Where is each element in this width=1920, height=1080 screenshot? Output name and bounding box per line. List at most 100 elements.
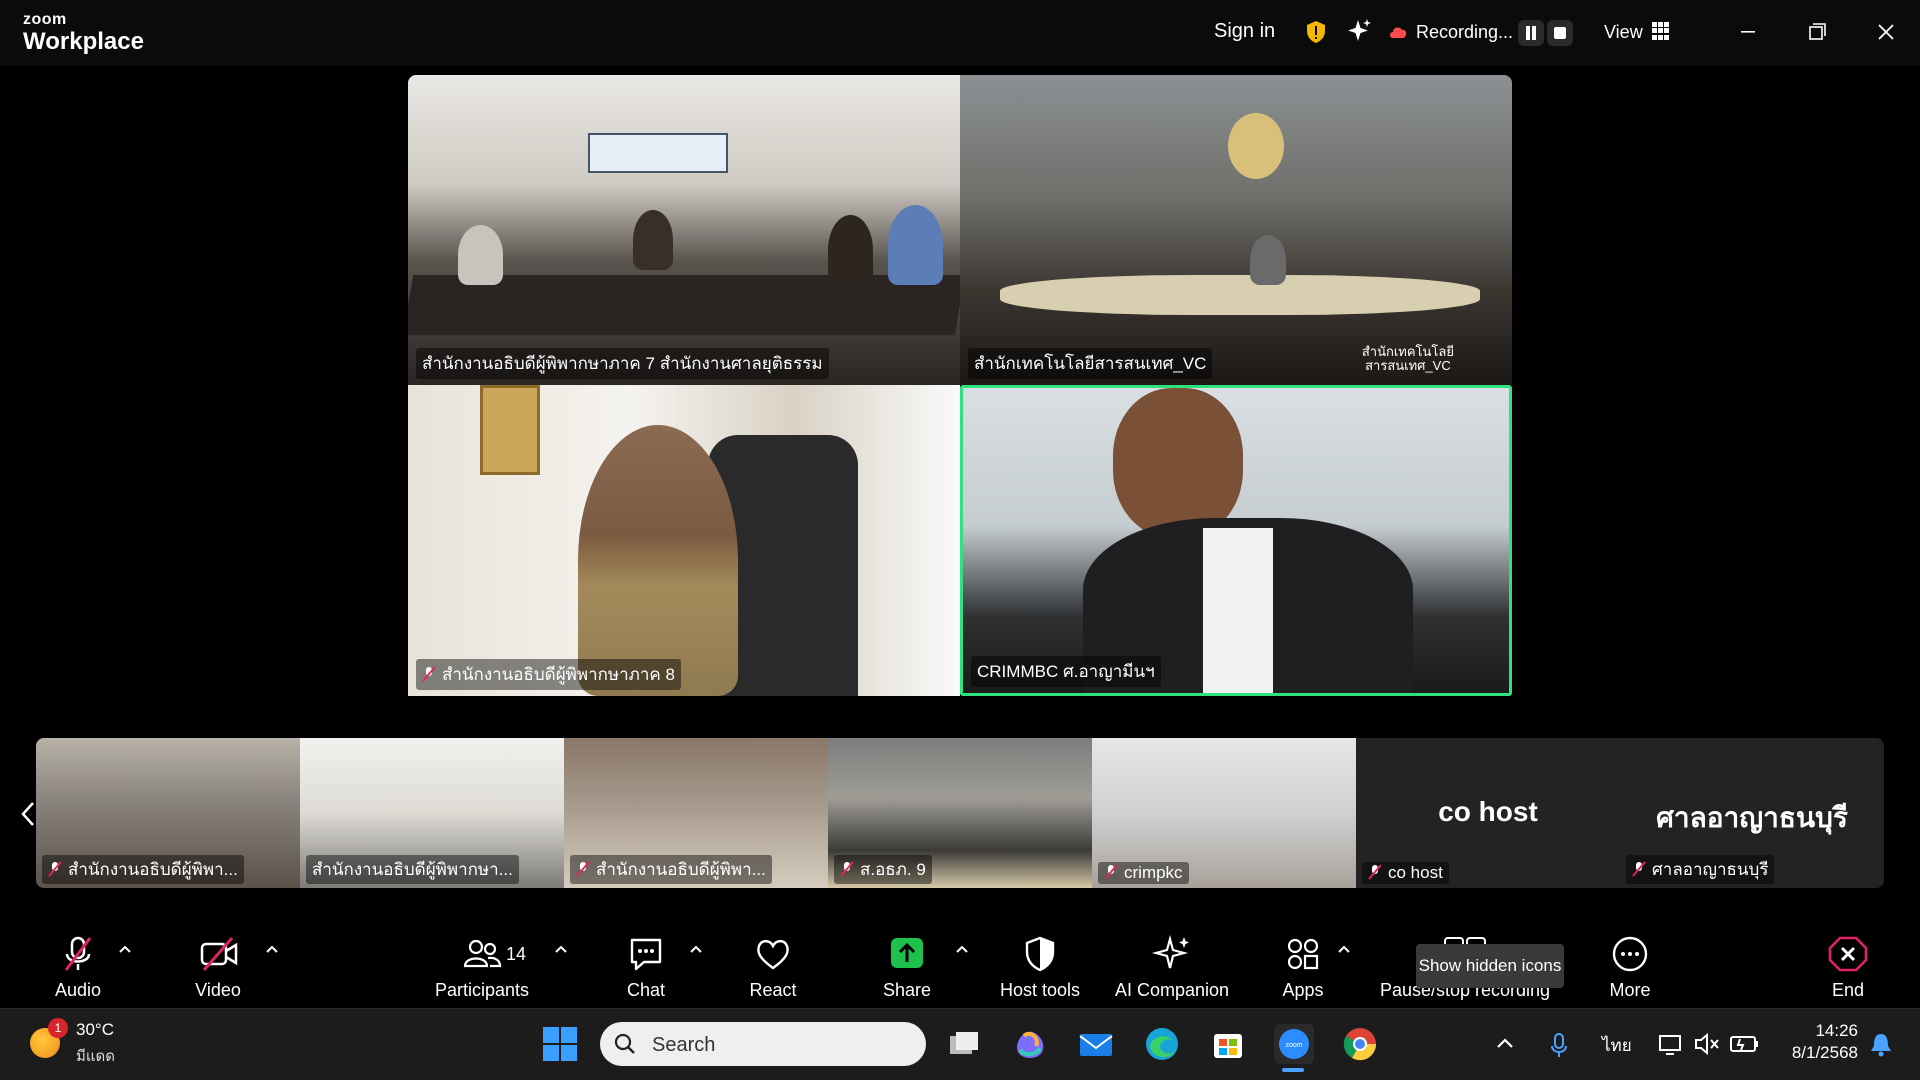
video-button[interactable]: Video [188, 934, 248, 1001]
video-tile[interactable]: สำนักงานอธิบดีผู้พิพากษาภาค 8 [408, 385, 960, 696]
stop-recording-button[interactable] [1547, 20, 1573, 46]
participant-figure [1113, 388, 1243, 538]
share-label: Share [882, 980, 932, 1000]
notification-bell-icon[interactable] [1866, 1024, 1896, 1064]
pause-recording-button[interactable] [1518, 20, 1544, 46]
participant-figure [578, 425, 738, 696]
video-gallery: สำนักงานอธิบดีผู้พิพากษาภาค 7 สำนักงานศา… [408, 75, 1512, 696]
microsoft-store-icon[interactable] [1208, 1024, 1248, 1064]
filmstrip-tile[interactable]: crimpkc [1092, 738, 1356, 888]
muted-mic-icon [1104, 864, 1118, 880]
restore-icon[interactable] [1797, 14, 1837, 50]
audio-options-caret-icon[interactable] [118, 944, 132, 954]
task-view-icon[interactable] [944, 1024, 984, 1064]
participant-figure [1250, 235, 1286, 285]
brand-workplace-text: Workplace [23, 28, 144, 55]
copilot-icon[interactable] [1010, 1024, 1050, 1064]
system-clock[interactable]: 14:26 8/1/2568 [1778, 1020, 1858, 1064]
sign-in-link[interactable]: Sign in [1214, 20, 1275, 43]
grid-view-icon[interactable] [1652, 22, 1670, 40]
active-app-indicator [1282, 1068, 1304, 1072]
minimize-icon[interactable] [1728, 14, 1768, 50]
view-button[interactable]: View [1604, 22, 1643, 43]
apps-icon [1287, 938, 1319, 970]
video-label: Video [195, 980, 241, 1000]
participant-name: สำนักงานอธิบดีผู้พิพา... [570, 855, 772, 884]
participant-name: สำนักงานอธิบดีผู้พิพากษาภาค 8 [416, 659, 681, 690]
zoom-app-icon[interactable]: zoom [1274, 1024, 1314, 1064]
more-icon [1612, 936, 1648, 972]
chat-button[interactable]: Chat [616, 934, 676, 1001]
edge-browser-icon[interactable] [1142, 1024, 1182, 1064]
show-hidden-icons-chevron-icon[interactable] [1490, 1024, 1520, 1064]
filmstrip-tile[interactable]: ส.อธภ. 9 [828, 738, 1092, 888]
heart-icon [757, 939, 789, 970]
host-tools-button[interactable]: Host tools [990, 934, 1090, 1001]
taskbar-search-box[interactable]: Search [600, 1022, 926, 1066]
participant-display-name: co host [1438, 796, 1538, 827]
show-hidden-icons-tooltip: Show hidden icons [1416, 944, 1564, 988]
participants-icon [463, 939, 502, 968]
apps-options-caret-icon[interactable] [1337, 944, 1351, 954]
emblem-seal [1228, 113, 1284, 179]
filmstrip-prev-arrow-icon[interactable] [18, 800, 38, 828]
microphone-tray-icon[interactable] [1544, 1024, 1574, 1064]
volume-muted-icon[interactable] [1692, 1024, 1722, 1064]
participant-name: สำนักงานอธิบดีผู้พิพากษา... [306, 855, 519, 884]
video-tile[interactable]: สำนักงานอธิบดีผู้พิพากษาภาค 7 สำนักงานศา… [408, 75, 960, 385]
ai-companion-button[interactable]: AI Companion [1112, 934, 1232, 1001]
banner-sign [588, 133, 728, 173]
weather-temperature[interactable]: 30°C [76, 1020, 114, 1040]
muted-mic-icon [422, 666, 436, 682]
more-label: More [1609, 980, 1651, 1000]
react-button[interactable]: React [743, 934, 803, 1001]
ai-companion-sparkle-icon [1151, 934, 1189, 969]
audio-button[interactable]: Audio [48, 934, 108, 1001]
share-screen-icon [891, 938, 923, 968]
chrome-browser-icon[interactable] [1340, 1024, 1380, 1064]
filmstrip-tile[interactable]: สำนักงานอธิบดีผู้พิพากษา... [300, 738, 564, 888]
participant-figure [828, 215, 873, 285]
language-indicator[interactable]: ไทย [1602, 1032, 1632, 1059]
participant-figure [888, 205, 943, 285]
clock-time: 14:26 [1815, 1021, 1858, 1040]
muted-mic-icon [1368, 864, 1382, 880]
ai-companion-label: AI Companion [1114, 980, 1230, 1000]
room-watermark: สำนักเทคโนโลยี สารสนเทศ_VC [1361, 344, 1454, 373]
filmstrip-tile[interactable]: ศาลอาญาธนบุรี ศาลอาญาธนบุรี [1620, 738, 1884, 888]
host-shield-icon [1025, 936, 1055, 972]
participants-options-caret-icon[interactable] [554, 944, 568, 954]
filmstrip-tile[interactable]: co host co host [1356, 738, 1620, 888]
active-speaker-tile[interactable]: CRIMMBC ศ.อาญามีนฯ [960, 385, 1512, 696]
chat-icon [630, 938, 662, 971]
muted-mic-icon [576, 861, 590, 877]
participant-count: 14 [506, 944, 527, 964]
chat-options-caret-icon[interactable] [689, 944, 703, 954]
share-button[interactable]: Share [877, 934, 937, 1001]
brand-zoom-text: zoom [23, 11, 67, 28]
video-tile[interactable]: สำนักเทคโนโลยี สารสนเทศ_VC สำนักเทคโนโลยี… [960, 75, 1512, 385]
participant-name: สำนักงานอธิบดีผู้พิพา... [42, 855, 244, 884]
security-shield-icon[interactable] [1306, 20, 1326, 44]
end-meeting-button[interactable]: End [1818, 934, 1878, 1001]
clock-date: 8/1/2568 [1791, 1043, 1858, 1062]
close-icon[interactable] [1866, 14, 1906, 50]
filmstrip-tile[interactable]: สำนักงานอธิบดีผู้พิพา... [36, 738, 300, 888]
battery-icon[interactable] [1728, 1024, 1760, 1064]
filmstrip-tile[interactable]: สำนักงานอธิบดีผู้พิพา... [564, 738, 828, 888]
muted-mic-icon [48, 861, 62, 877]
share-options-caret-icon[interactable] [955, 944, 969, 954]
network-icon[interactable] [1656, 1024, 1686, 1064]
participant-figure [458, 225, 503, 285]
ai-sparkle-icon[interactable] [1346, 18, 1372, 44]
windows-start-icon[interactable] [540, 1024, 580, 1064]
mail-icon[interactable] [1076, 1024, 1116, 1064]
shirt [1203, 528, 1273, 693]
apps-button[interactable]: Apps [1273, 934, 1333, 1001]
apps-label: Apps [1282, 980, 1324, 1000]
weather-condition[interactable]: มีแดด [76, 1044, 115, 1068]
end-label: End [1831, 980, 1865, 1000]
more-button[interactable]: More [1600, 934, 1660, 1001]
video-options-caret-icon[interactable] [265, 944, 279, 954]
host-tools-label: Host tools [999, 980, 1081, 1000]
